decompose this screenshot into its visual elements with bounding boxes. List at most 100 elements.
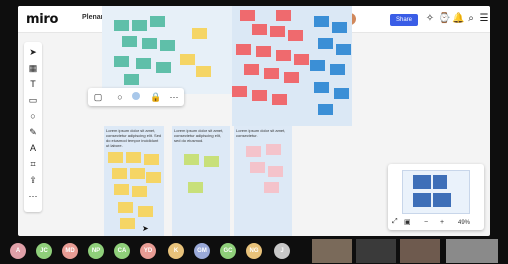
sticky-note[interactable] bbox=[268, 166, 283, 177]
participant-avatar[interactable]: GC bbox=[220, 243, 236, 259]
sticky-note[interactable] bbox=[310, 60, 325, 71]
sticky-note[interactable] bbox=[276, 50, 291, 61]
color-icon[interactable] bbox=[130, 91, 142, 103]
notifications-icon[interactable]: 🔔 bbox=[452, 13, 464, 25]
sticky-note[interactable] bbox=[284, 72, 299, 83]
zoom-out-icon[interactable]: − bbox=[424, 219, 428, 226]
zoom-level[interactable]: 49% bbox=[458, 220, 470, 226]
sticky-note-icon[interactable]: ▭ bbox=[24, 94, 42, 106]
sticky-note[interactable] bbox=[204, 156, 219, 167]
participant-avatar[interactable]: A bbox=[10, 243, 26, 259]
miro-board[interactable]: miro Plenary Debate FINAL ⇪ ↶ ↷ ➤ Share … bbox=[18, 6, 490, 236]
lock-icon[interactable]: 🔒 bbox=[150, 91, 162, 103]
sticky-note[interactable] bbox=[294, 54, 309, 65]
sticky-note[interactable] bbox=[318, 38, 333, 49]
sticky-note[interactable] bbox=[150, 16, 165, 27]
sticky-note[interactable] bbox=[318, 104, 333, 115]
sticky-note[interactable] bbox=[124, 74, 139, 85]
sticky-note[interactable] bbox=[130, 168, 145, 179]
sticky-note[interactable] bbox=[288, 30, 303, 41]
comment-icon[interactable]: A bbox=[24, 142, 42, 154]
participant-avatar[interactable]: MD bbox=[62, 243, 78, 259]
sticky-note[interactable] bbox=[126, 152, 141, 163]
pen-icon[interactable]: ✎ bbox=[24, 126, 42, 138]
participant-avatar[interactable]: GM bbox=[194, 243, 210, 259]
sticky-note[interactable] bbox=[160, 40, 175, 51]
sticky-note[interactable] bbox=[266, 144, 281, 155]
sticky-note[interactable] bbox=[252, 24, 267, 35]
select-icon[interactable]: ➤ bbox=[24, 46, 42, 58]
sticky-note[interactable] bbox=[136, 58, 151, 69]
upload-icon[interactable]: ⇪ bbox=[24, 174, 42, 186]
sticky-note[interactable] bbox=[146, 172, 161, 183]
sticky-note[interactable] bbox=[244, 64, 259, 75]
sticky-note[interactable] bbox=[332, 22, 347, 33]
participant-video[interactable] bbox=[356, 239, 396, 263]
template-icon[interactable]: ▦ bbox=[24, 62, 42, 74]
sticky-note[interactable] bbox=[314, 16, 329, 27]
participant-video[interactable] bbox=[312, 239, 352, 263]
sticky-note[interactable] bbox=[114, 56, 129, 67]
sticky-note[interactable] bbox=[336, 44, 351, 55]
sticky-note[interactable] bbox=[334, 88, 349, 99]
participant-avatar[interactable]: K bbox=[168, 243, 184, 259]
reactions-icon[interactable]: ✧ bbox=[424, 13, 436, 25]
sticky-note[interactable] bbox=[264, 68, 279, 79]
sticky-note[interactable] bbox=[114, 20, 129, 31]
sticky-note[interactable] bbox=[188, 182, 203, 193]
sticky-note[interactable] bbox=[330, 64, 345, 75]
sticky-note[interactable] bbox=[246, 146, 261, 157]
participant-avatar[interactable]: YD bbox=[140, 243, 156, 259]
sticky-note[interactable] bbox=[196, 66, 211, 77]
participant-avatar[interactable]: JC bbox=[36, 243, 52, 259]
sticky-note[interactable] bbox=[112, 168, 127, 179]
shape-icon[interactable]: ○ bbox=[24, 110, 42, 122]
sticky-note[interactable] bbox=[270, 26, 285, 37]
sticky-note[interactable] bbox=[156, 62, 171, 73]
sticky-note[interactable] bbox=[236, 44, 251, 55]
sticky-note[interactable] bbox=[264, 182, 279, 193]
sticky-note[interactable] bbox=[138, 206, 153, 217]
sticky-note[interactable] bbox=[122, 36, 137, 47]
sticky-note[interactable] bbox=[184, 154, 199, 165]
participant-avatar[interactable]: NP bbox=[88, 243, 104, 259]
sticky-note[interactable] bbox=[232, 86, 247, 97]
more-icon[interactable]: ⋯ bbox=[24, 190, 42, 202]
more-icon[interactable]: ⋯ bbox=[168, 91, 180, 103]
sticky-note[interactable] bbox=[252, 90, 267, 101]
fit-icon[interactable]: ⤢ bbox=[392, 218, 398, 226]
participant-avatar[interactable]: NG bbox=[246, 243, 262, 259]
zoom-in-icon[interactable]: + bbox=[440, 219, 444, 226]
sticky-note[interactable] bbox=[132, 186, 147, 197]
share-button[interactable]: Share bbox=[390, 14, 418, 26]
participant-video[interactable] bbox=[446, 239, 498, 263]
menu-icon[interactable]: ☰ bbox=[478, 13, 490, 25]
sticky-note[interactable] bbox=[272, 94, 287, 105]
sticky-note[interactable] bbox=[132, 20, 147, 31]
sticky-note[interactable] bbox=[314, 82, 329, 93]
sticky-note[interactable] bbox=[108, 152, 123, 163]
sticky-note[interactable] bbox=[120, 218, 135, 229]
participant-video[interactable] bbox=[400, 239, 440, 263]
minimap[interactable]: ⤢ ▣ − + 49% bbox=[388, 164, 484, 230]
sticky-note[interactable] bbox=[250, 162, 265, 173]
shape-icon[interactable]: ○ bbox=[114, 91, 126, 103]
search-icon[interactable]: ⌕ bbox=[465, 13, 477, 25]
timer-icon[interactable]: ⌚ bbox=[438, 13, 450, 25]
sticky-note[interactable] bbox=[180, 54, 195, 65]
sticky-note[interactable] bbox=[114, 184, 129, 195]
participant-avatar[interactable]: J bbox=[274, 243, 290, 259]
frame-icon[interactable]: ▢ bbox=[92, 91, 104, 103]
minimap-icon[interactable]: ▣ bbox=[404, 218, 411, 226]
sticky-note[interactable] bbox=[240, 10, 255, 21]
participant-avatar[interactable]: CA bbox=[114, 243, 130, 259]
sticky-note[interactable] bbox=[256, 46, 271, 57]
sticky-note[interactable] bbox=[142, 38, 157, 49]
sticky-note[interactable] bbox=[276, 10, 291, 21]
sticky-note[interactable] bbox=[192, 28, 207, 39]
sticky-note[interactable] bbox=[144, 154, 159, 165]
text-icon[interactable]: T bbox=[24, 78, 42, 90]
minimap-viewport[interactable] bbox=[402, 170, 470, 214]
frame-icon[interactable]: ⌗ bbox=[24, 158, 42, 170]
sticky-note[interactable] bbox=[118, 202, 133, 213]
